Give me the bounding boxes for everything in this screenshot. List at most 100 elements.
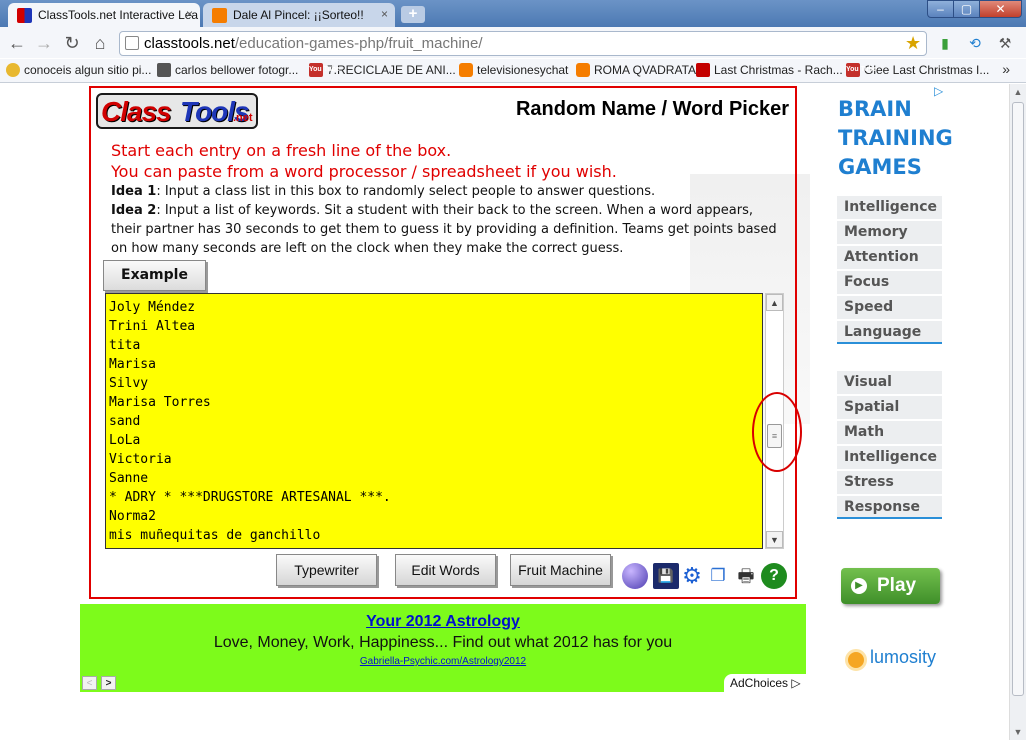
skill-item[interactable]: Speed [837, 296, 942, 319]
ad-description: Love, Money, Work, Happiness... Find out… [213, 634, 673, 651]
ad-prev-button[interactable]: < [82, 676, 97, 690]
bookmarks-overflow-icon[interactable]: » [1002, 61, 1010, 77]
url-host: classtools.net [144, 35, 235, 52]
tab-classtools[interactable]: ClassTools.net Interactive Lea × [8, 3, 200, 27]
word-line: Marisa [109, 357, 156, 372]
blogger-icon [459, 63, 473, 77]
astrology-ad[interactable]: Your 2012 Astrology Love, Money, Work, H… [80, 604, 806, 692]
word-line: sand [109, 414, 141, 429]
gear-icon[interactable]: ⚙ [679, 563, 705, 589]
example-button[interactable]: Example [103, 260, 206, 291]
tab-dale-al-pincel[interactable]: Dale Al Pincel: ¡¡Sorteo!! × [203, 3, 395, 27]
sync-extension-icon[interactable]: ⟲ [965, 33, 985, 53]
scroll-thumb[interactable] [1012, 102, 1024, 696]
ad-next-button[interactable]: > [101, 676, 116, 690]
ad-url-link[interactable]: Gabriella-Psychic.com/Astrology2012 [80, 656, 806, 667]
classtools-favicon-icon [17, 8, 32, 23]
bookmark-item[interactable]: You Tube Glee Last Christmas I... [846, 63, 989, 77]
globe-icon [6, 63, 20, 77]
lumosity-icon [845, 649, 867, 671]
play-button[interactable]: ▶ Play [841, 568, 940, 604]
home-button[interactable]: ⌂ [89, 32, 111, 54]
page-viewport: Class Tools .net Random Name / Word Pick… [0, 84, 1009, 740]
bookmark-item[interactable]: televisionesychat [459, 63, 568, 77]
edit-words-button[interactable]: Edit Words [395, 554, 496, 586]
forward-button[interactable]: → [33, 32, 55, 54]
save-icon[interactable]: 💾 [653, 563, 679, 589]
back-button[interactable]: ← [6, 32, 28, 54]
youtube-icon: You Tube [309, 63, 340, 77]
bookmark-item[interactable]: carlos bellower fotogr... [157, 63, 298, 77]
bookmark-item[interactable]: Last Christmas - Rach... [696, 63, 843, 77]
word-list-textarea[interactable]: Joly Méndez Trini Altea tita Marisa Silvy Mar… [105, 293, 763, 549]
bookmark-item[interactable]: ROMA QVADRATA [576, 63, 696, 77]
video-icon [696, 63, 710, 77]
page-icon [125, 36, 139, 50]
idea-label: Idea 1 [111, 184, 157, 199]
bookmark-star-icon[interactable]: ★ [905, 33, 921, 54]
bookmark-item[interactable]: You Tube 7.RECICLAJE DE ANI... [309, 63, 456, 77]
adchoices-icon: ▷ [791, 676, 801, 690]
word-line: tita [109, 338, 141, 353]
play-label: Play [877, 575, 917, 596]
reload-button[interactable]: ↻ [61, 32, 83, 54]
print-icon[interactable]: 🖶 [733, 563, 759, 589]
bookmark-label: televisionesychat [477, 63, 569, 77]
skill-item[interactable]: Stress [837, 471, 942, 494]
photo-icon [157, 63, 171, 77]
brain-training-heading[interactable]: BRAIN TRAINING GAMES [838, 95, 953, 182]
signal-extension-icon[interactable]: ▮ [935, 33, 955, 53]
skill-item[interactable]: Memory [837, 221, 942, 244]
window-close-button[interactable]: ✕ [979, 0, 1022, 18]
ad-title-link[interactable]: Your 2012 Astrology [80, 613, 806, 631]
word-line: mis muñequitas de ganchillo [109, 528, 321, 543]
scroll-down-icon[interactable]: ▼ [766, 531, 783, 548]
play-icon: ▶ [851, 578, 867, 594]
fruit-machine-button[interactable]: Fruit Machine [510, 554, 611, 586]
idea-text: : Input a list of keywords. Sit a studen… [111, 203, 777, 256]
word-line: Silvy [109, 376, 149, 391]
typewriter-button[interactable]: Typewriter [276, 554, 377, 586]
bookmark-item[interactable]: conoceis algun sitio pi... [6, 63, 151, 77]
scroll-down-icon[interactable]: ▼ [1010, 724, 1026, 740]
heading-line: GAMES [838, 155, 922, 179]
tab-close-icon[interactable]: × [381, 7, 388, 21]
globe-icon[interactable] [622, 563, 648, 589]
skill-item[interactable]: Response [837, 496, 942, 519]
window-icon[interactable]: ❐ [705, 563, 731, 589]
address-bar[interactable]: classtools.net/education-games-php/fruit… [119, 31, 927, 56]
page-scrollbar[interactable]: ▲ ▼ [1009, 84, 1026, 740]
tab-title: ClassTools.net Interactive Lea [38, 8, 199, 22]
highlight-circle [752, 392, 802, 472]
wrench-menu-icon[interactable]: ⚒ [995, 33, 1015, 53]
logo-text-net: .net [233, 112, 253, 124]
bookmark-label: ROMA QVADRATA [594, 63, 697, 77]
window-maximize-button[interactable]: ▢ [953, 0, 980, 18]
adchoices-label[interactable]: AdChoices ▷ [724, 674, 806, 692]
scroll-up-icon[interactable]: ▲ [1010, 84, 1026, 100]
heading-line: TRAINING [838, 126, 953, 150]
new-tab-button[interactable]: + [401, 6, 425, 23]
skill-item[interactable]: Intelligence [837, 196, 942, 219]
url-path: /education-games-php/fruit_machine/ [234, 35, 483, 52]
word-line: LoLa [109, 433, 141, 448]
skill-item[interactable]: Spatial [837, 396, 942, 419]
skill-item[interactable]: Language [837, 321, 942, 344]
idea-1: Idea 1: Input a class list in this box t… [111, 182, 787, 201]
scroll-up-icon[interactable]: ▲ [766, 294, 783, 311]
window-minimize-button[interactable]: – [927, 0, 954, 18]
lumosity-text: lumosity [870, 647, 937, 667]
skill-item[interactable]: Focus [837, 271, 942, 294]
youtube-icon: You Tube [846, 63, 877, 77]
skill-item[interactable]: Attention [837, 246, 942, 269]
bookmark-label: Last Christmas - Rach... [714, 63, 843, 77]
skill-item[interactable]: Intelligence [837, 446, 942, 469]
logo-text-class: Class [101, 96, 172, 127]
skill-item[interactable]: Math [837, 421, 942, 444]
tab-close-icon[interactable]: × [186, 7, 193, 21]
word-line: Sanne [109, 471, 149, 486]
help-icon[interactable]: ? [761, 563, 787, 589]
skill-item[interactable]: Visual [837, 371, 942, 394]
classtools-logo[interactable]: Class Tools .net [96, 93, 258, 129]
page-title: Random Name / Word Picker [515, 98, 789, 120]
